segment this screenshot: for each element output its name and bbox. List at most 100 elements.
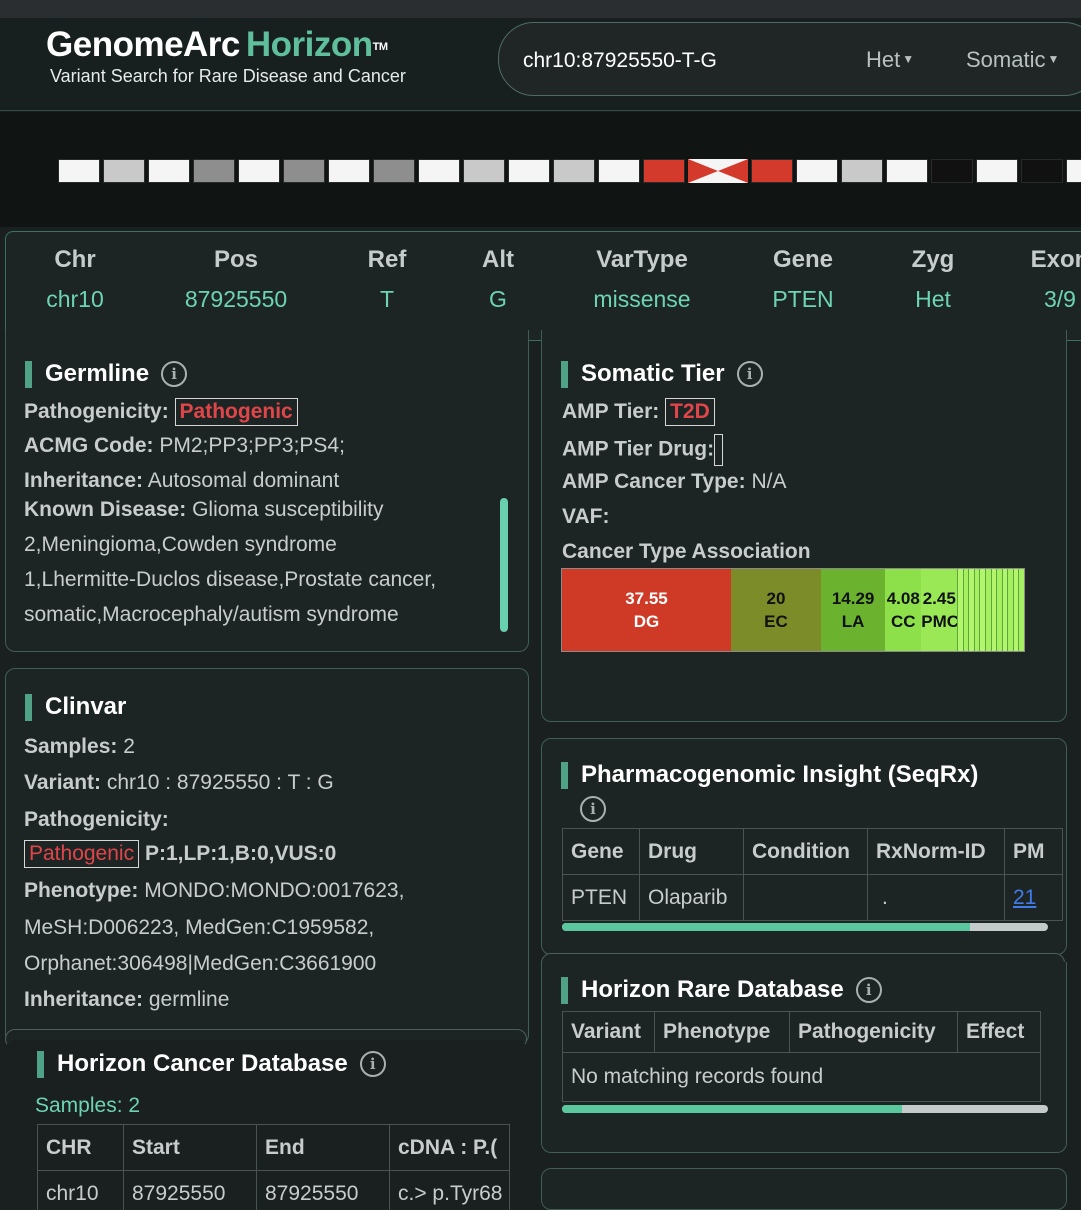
table-row[interactable]: PTEN Olaparib . 21 <box>563 875 1063 921</box>
variant-search-input[interactable] <box>523 43 823 79</box>
variant-search-bar: Het▼ Somatic▼ <box>498 22 1081 96</box>
info-icon[interactable]: i <box>161 361 187 387</box>
info-icon[interactable]: i <box>580 796 606 822</box>
chromosome-band[interactable] <box>463 159 505 183</box>
chromosome-band[interactable] <box>238 159 280 183</box>
title-accent-bar <box>25 361 32 388</box>
cancer-type-segment[interactable]: 37.55DG <box>562 569 731 651</box>
amp-cancer-type: AMP Cancer Type: N/A <box>562 470 786 494</box>
info-icon[interactable]: i <box>737 361 763 387</box>
label: Inheritance: <box>24 988 143 1011</box>
column-header[interactable]: Effect <box>958 1012 1041 1053</box>
chromosome-band[interactable] <box>931 159 973 183</box>
chromosome-band[interactable] <box>1066 159 1081 183</box>
germline-acmg: ACMG Code: PM2;PP3;PP3;PS4; <box>24 434 345 458</box>
column-header[interactable]: RxNorm-ID <box>868 829 1005 875</box>
chromosome-band[interactable] <box>373 159 415 183</box>
inheritance-value: Autosomal dominant <box>148 469 339 492</box>
cancer-type-segment[interactable]: 4.08CC <box>885 569 921 651</box>
clinvar-pathogenicity: Pathogenicity: <box>24 808 169 832</box>
cancer-type-segment[interactable]: 14.29LA <box>821 569 885 651</box>
column-header[interactable]: Phenotype <box>655 1012 790 1053</box>
chromosome-band[interactable] <box>598 159 640 183</box>
column-header[interactable]: CHR <box>38 1125 124 1171</box>
table-cell: 87925550 <box>257 1171 390 1210</box>
chromosome-band[interactable] <box>976 159 1018 183</box>
inheritance-value: germline <box>149 988 230 1011</box>
chromosome-band[interactable] <box>643 159 685 183</box>
summary-header: Exon <box>1031 246 1081 274</box>
table-scrollbar[interactable] <box>562 923 1048 931</box>
chromosome-ideogram[interactable] <box>58 159 1081 183</box>
clinvar-pathogenicity-values: Pathogenic P:1,LP:1,B:0,VUS:0 <box>24 840 336 868</box>
horizon-rare-panel: Horizon Rare Databasei Variant Phenotype… <box>541 962 1067 1153</box>
clinvar-title: Clinvar <box>25 693 126 721</box>
pathogenicity-badge: Pathogenic <box>24 840 139 868</box>
cancer-type-association-chart[interactable]: 37.55DG20EC14.29LA4.08CC2.45PMC <box>561 568 1025 652</box>
next-panel-stub <box>541 1168 1067 1210</box>
chromosome-band[interactable] <box>58 159 100 183</box>
column-header[interactable]: Pathogenicity <box>790 1012 958 1053</box>
clinvar-variant: Variant: chr10 : 87925550 : T : G <box>24 771 334 795</box>
chromosome-band[interactable] <box>796 159 838 183</box>
column-header[interactable]: cDNA : P.( <box>390 1125 510 1171</box>
label: Samples: <box>35 1094 123 1117</box>
info-icon[interactable]: i <box>360 1051 386 1077</box>
chromosome-band[interactable] <box>1021 159 1063 183</box>
scrollbar-thumb[interactable] <box>562 1105 902 1113</box>
summary-value: Het <box>912 286 955 313</box>
zygosity-dropdown[interactable]: Het▼ <box>866 47 914 73</box>
column-header[interactable]: Variant <box>563 1012 655 1053</box>
chromosome-band[interactable] <box>418 159 460 183</box>
app-logo[interactable]: GenomeArcHorizonTM Variant Search for Ra… <box>46 26 406 87</box>
column-header[interactable]: Gene <box>563 829 640 875</box>
cancer-type-segment-small[interactable] <box>1018 569 1024 651</box>
summary-col-chr: Chrchr10 <box>46 246 104 313</box>
chromosome-band[interactable] <box>751 159 793 183</box>
cancer-type-segment[interactable]: 20EC <box>731 569 821 651</box>
info-icon[interactable]: i <box>856 977 882 1003</box>
pm-link[interactable]: 21 <box>1013 886 1036 909</box>
table-cell <box>744 875 868 921</box>
chromosome-band[interactable] <box>283 159 325 183</box>
column-header[interactable]: PM <box>1005 829 1063 875</box>
chromosome-band[interactable] <box>886 159 928 183</box>
app-name-part2: Horizon <box>246 25 373 64</box>
table-cell: c.> p.Tyr68 <box>390 1171 510 1210</box>
chromosome-band[interactable] <box>508 159 550 183</box>
type-dropdown[interactable]: Somatic▼ <box>966 47 1059 73</box>
label: ACMG Code: <box>24 434 154 457</box>
horizon-cancer-title: Horizon Cancer Databasei <box>37 1050 386 1078</box>
summary-value: PTEN <box>772 286 833 313</box>
germline-scrollbar[interactable] <box>500 498 508 632</box>
clinvar-inheritance: Inheritance: germline <box>24 988 229 1012</box>
clinvar-phenotype: Phenotype: MONDO:MONDO:0017623, <box>24 879 404 903</box>
chromosome-band[interactable] <box>148 159 190 183</box>
cancer-type-segment[interactable]: 2.45PMC <box>921 569 957 651</box>
title-accent-bar <box>25 694 32 721</box>
horizon-cancer-panel: Horizon Cancer Databasei Samples: 2 CHR … <box>5 1040 527 1210</box>
chromosome-band[interactable] <box>841 159 883 183</box>
table-header-row: CHR Start End cDNA : P.( <box>38 1125 510 1171</box>
column-header[interactable]: End <box>257 1125 390 1171</box>
pharmacogenomic-table: Gene Drug Condition RxNorm-ID PM PTEN Ol… <box>562 828 1063 921</box>
vaf: VAF: <box>562 505 609 529</box>
table-scrollbar[interactable] <box>562 1105 1048 1113</box>
chromosome-band[interactable] <box>328 159 370 183</box>
chromosome-band[interactable] <box>553 159 595 183</box>
column-header[interactable]: Drug <box>640 829 744 875</box>
label: Phenotype: <box>24 879 138 902</box>
summary-col-ref: RefT <box>368 246 407 313</box>
column-header[interactable]: Condition <box>744 829 868 875</box>
summary-value: 87925550 <box>185 286 287 313</box>
chromosome-band[interactable] <box>103 159 145 183</box>
table-row[interactable]: chr10 87925550 87925550 c.> p.Tyr68 <box>38 1171 510 1210</box>
horizon-cancer-samples: Samples: 2 <box>35 1094 140 1118</box>
amp-cancer-value: N/A <box>751 470 786 493</box>
segment-code: LA <box>821 610 885 633</box>
chromosome-band[interactable] <box>193 159 235 183</box>
column-header[interactable]: Start <box>124 1125 257 1171</box>
label: Pathogenicity: <box>24 808 169 831</box>
scrollbar-thumb[interactable] <box>562 923 970 931</box>
phenotype-text: Orphanet:306498|MedGen:C3661900 <box>24 952 376 976</box>
